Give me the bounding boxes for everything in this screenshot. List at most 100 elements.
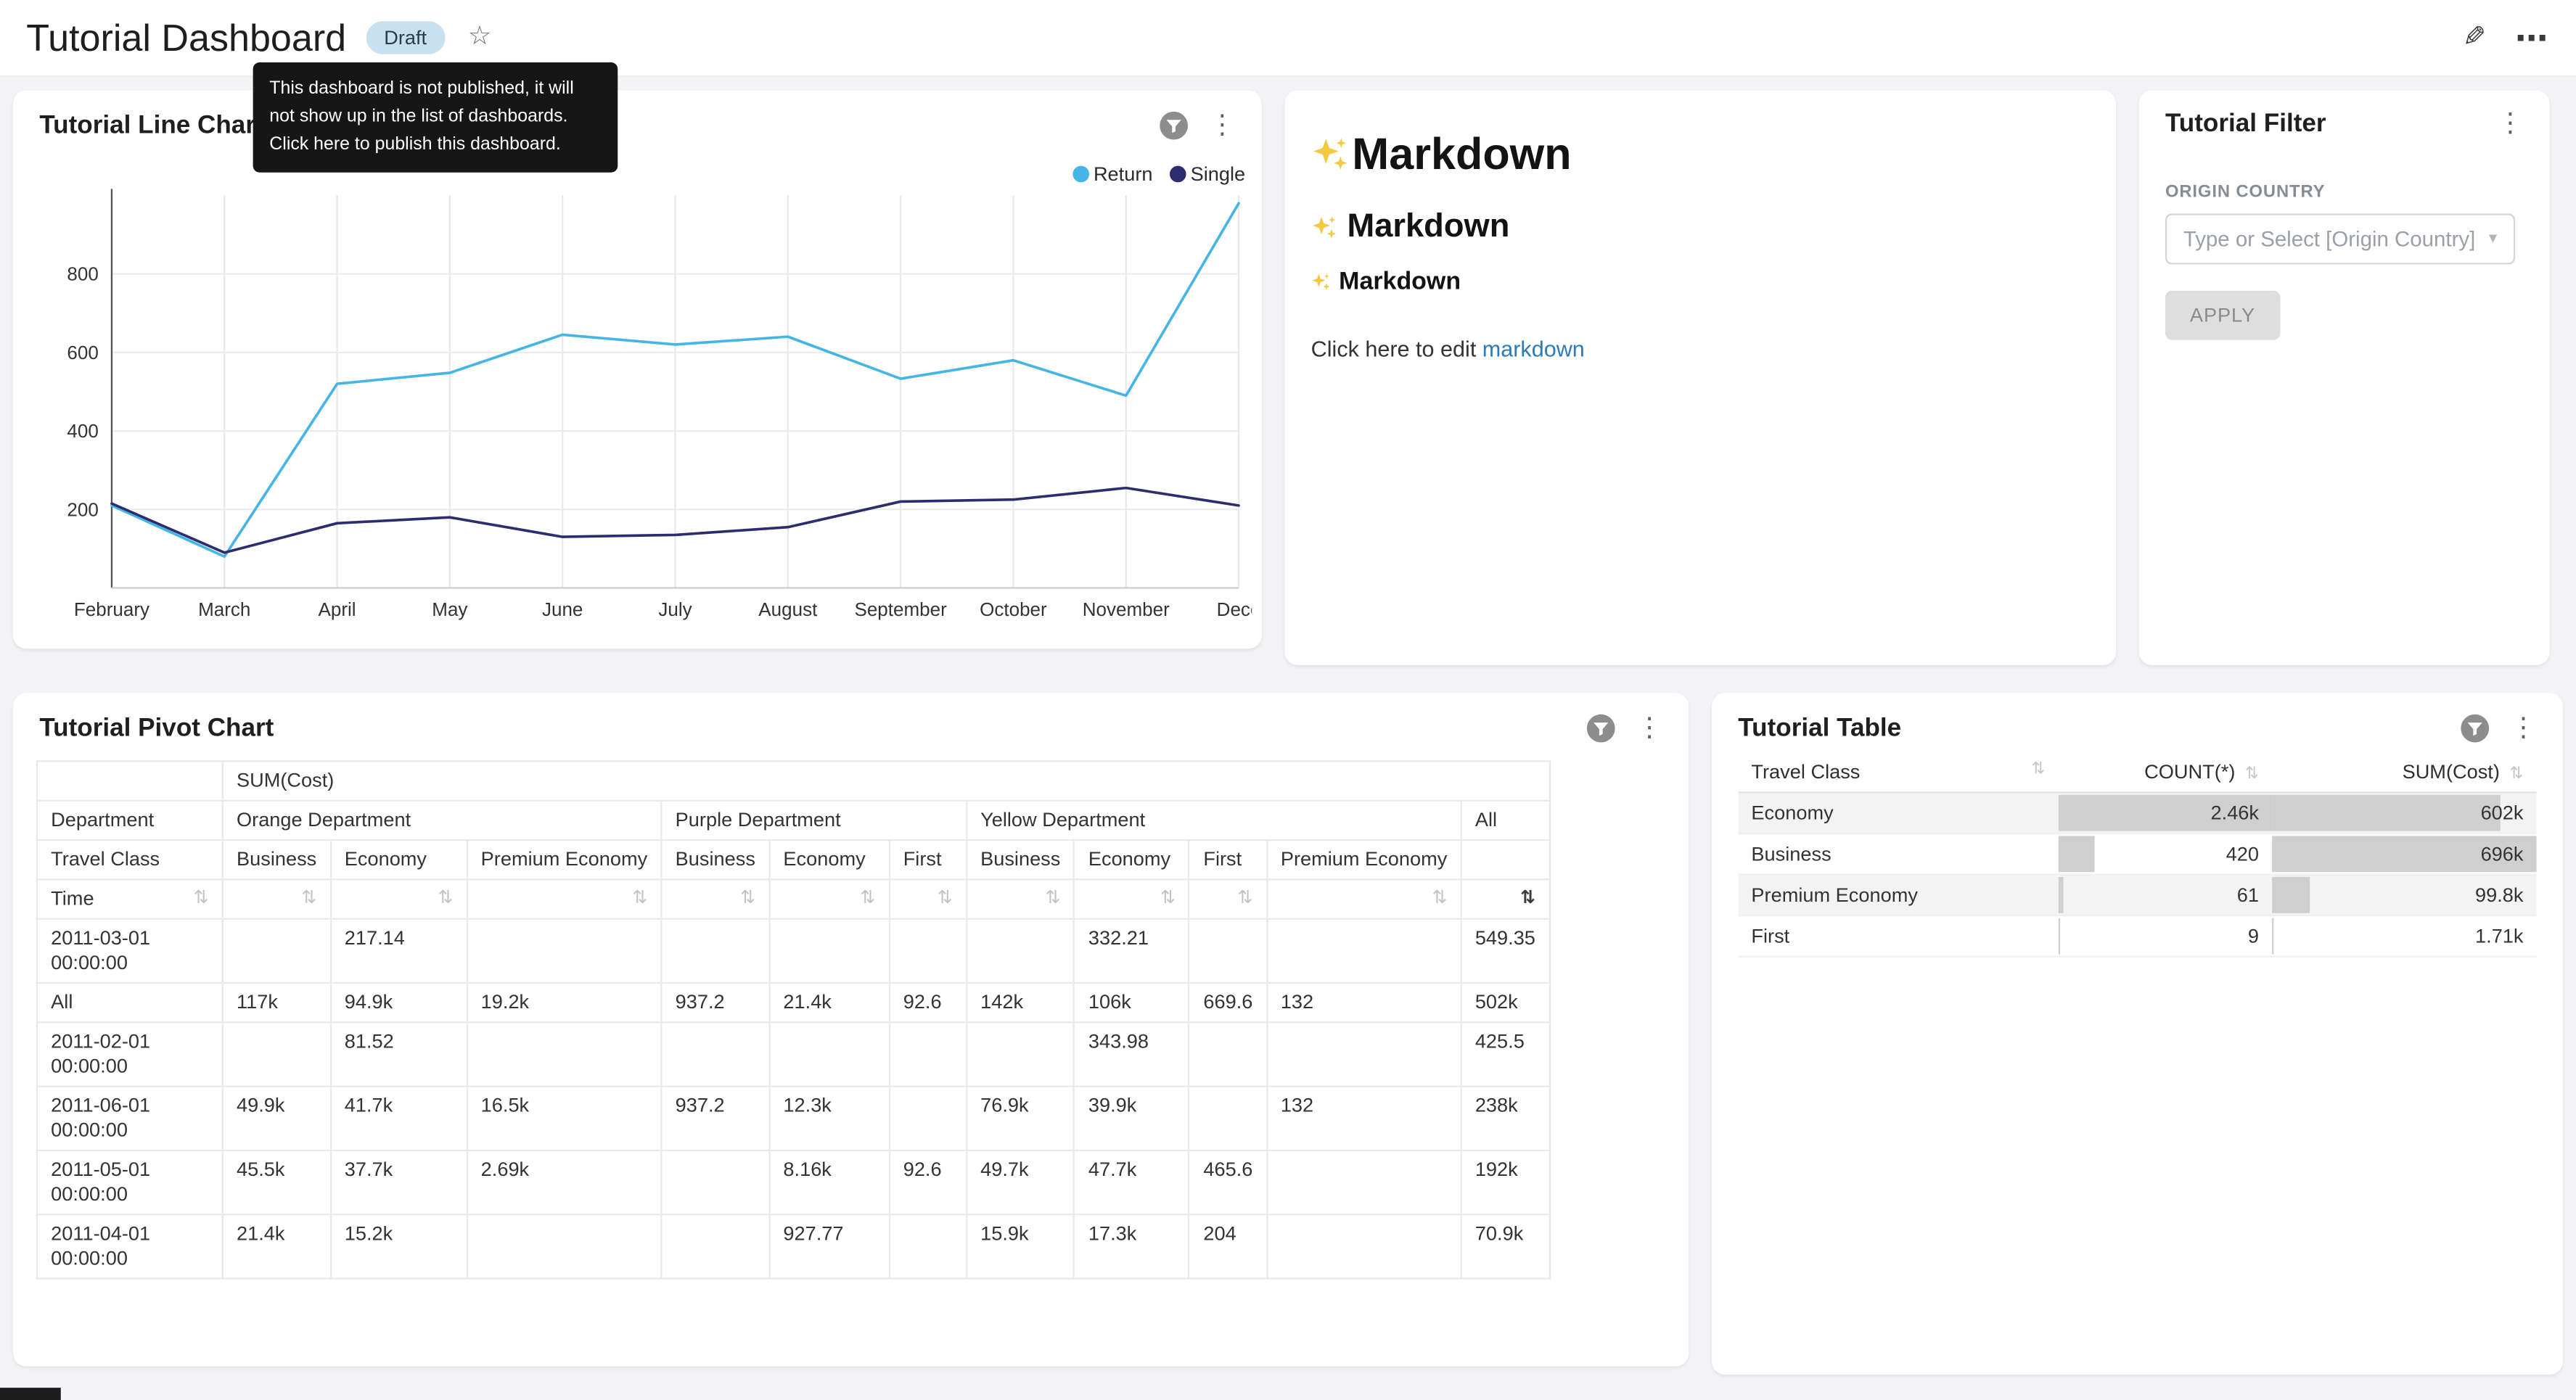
cell-travel-class: Business bbox=[1738, 833, 2058, 875]
pivot-department-label: Department bbox=[37, 801, 223, 840]
line-chart[interactable]: 200400600800FebruaryMarchAprilMayJuneJul… bbox=[23, 182, 1252, 643]
pivot-row-header: 2011-02-0100:00:00 bbox=[37, 1022, 223, 1086]
pivot-cell: 12.3k bbox=[769, 1087, 889, 1150]
pivot-cell: 37.7k bbox=[331, 1150, 467, 1214]
svg-text:May: May bbox=[432, 598, 467, 620]
cell-sum: 1.71k bbox=[2272, 915, 2537, 957]
pivot-class-header: First bbox=[1189, 840, 1266, 879]
pivot-sort-cell: ⇅ bbox=[889, 879, 966, 918]
sort-icon[interactable]: ⇅ bbox=[860, 887, 875, 912]
sort-icon[interactable]: ⇅ bbox=[2032, 760, 2046, 778]
pivot-cell bbox=[661, 919, 769, 983]
kebab-menu-icon[interactable]: ⋮ bbox=[2497, 112, 2523, 138]
sort-active-icon[interactable]: ⇅ bbox=[1520, 887, 1535, 912]
svg-text:June: June bbox=[542, 598, 583, 620]
pivot-cell bbox=[1267, 1150, 1461, 1214]
pivot-cell: 76.9k bbox=[967, 1087, 1075, 1150]
pivot-cell: 132 bbox=[1267, 1087, 1461, 1150]
cell-count: 2.46k bbox=[2059, 792, 2272, 833]
pivot-sort-row: Time⇅⇅⇅⇅⇅⇅⇅⇅⇅⇅⇅⇅ bbox=[37, 879, 1549, 918]
pivot-cell: 16.5k bbox=[467, 1087, 661, 1150]
kebab-menu-icon[interactable]: ⋮ bbox=[2510, 715, 2536, 741]
pivot-class-header: First bbox=[889, 840, 966, 879]
pivot-row-header: 2011-03-0100:00:00 bbox=[37, 919, 223, 983]
sort-icon[interactable]: ⇅ bbox=[1237, 887, 1252, 912]
more-options-icon[interactable]: ⋯ bbox=[2515, 17, 2550, 59]
pivot-sort-cell: ⇅ bbox=[223, 879, 331, 918]
svg-text:February: February bbox=[74, 598, 149, 620]
sort-icon[interactable]: ⇅ bbox=[632, 887, 647, 912]
favorite-star-icon[interactable]: ☆ bbox=[468, 25, 491, 51]
card-actions: ⋮ bbox=[1586, 713, 1662, 744]
publish-tooltip[interactable]: This dashboard is not published, it will… bbox=[253, 62, 618, 173]
pivot-sort-cell: ⇅ bbox=[1461, 879, 1550, 918]
pivot-cell bbox=[769, 1022, 889, 1086]
pivot-cell: 217.14 bbox=[331, 919, 467, 983]
sort-icon[interactable]: ⇅ bbox=[1432, 887, 1447, 912]
pivot-sort-cell: ⇅ bbox=[661, 879, 769, 918]
pivot-chart-card: Tutorial Pivot Chart ⋮ SUM(Cost)Departme… bbox=[13, 693, 1689, 1366]
column-header-count[interactable]: COUNT(*)⇅ bbox=[2059, 752, 2272, 792]
kebab-menu-icon[interactable]: ⋮ bbox=[1636, 715, 1662, 741]
table-row[interactable]: First91.71k bbox=[1738, 915, 2536, 957]
cell-count: 9 bbox=[2059, 915, 2272, 957]
svg-text:October: October bbox=[980, 598, 1047, 620]
markdown-link[interactable]: markdown bbox=[1482, 337, 1585, 361]
table-row[interactable]: Premium Economy6199.8k bbox=[1738, 875, 2536, 916]
pivot-class-label: Travel Class bbox=[37, 840, 223, 879]
pivot-cell bbox=[1189, 919, 1266, 983]
table-card: Tutorial Table ⋮ Travel Class⇅COUNT(*)⇅S… bbox=[1712, 693, 2563, 1375]
pivot-cell bbox=[661, 1022, 769, 1086]
sort-icon[interactable]: ⇅ bbox=[1160, 887, 1176, 912]
markdown-heading-2: Markdown bbox=[1311, 209, 2090, 247]
kebab-menu-icon[interactable]: ⋮ bbox=[1209, 112, 1235, 139]
svg-text:800: 800 bbox=[67, 263, 98, 285]
pivot-table: SUM(Cost)DepartmentOrange DepartmentPurp… bbox=[36, 760, 1550, 1279]
cell-travel-class: First bbox=[1738, 915, 2058, 957]
apply-button[interactable]: APPLY bbox=[2165, 291, 2280, 340]
edit-dashboard-icon[interactable]: ✎ bbox=[2462, 21, 2485, 54]
table-row[interactable]: Business420696k bbox=[1738, 833, 2536, 875]
legend-dot-icon bbox=[1169, 166, 1186, 183]
pivot-row-header: 2011-04-0100:00:00 bbox=[37, 1214, 223, 1278]
svg-text:November: November bbox=[1083, 598, 1170, 620]
pivot-cell: 927.77 bbox=[769, 1214, 889, 1278]
sort-icon[interactable]: ⇅ bbox=[438, 887, 453, 912]
markdown-heading-text: Markdown bbox=[1352, 130, 1571, 181]
pivot-cell bbox=[1267, 1022, 1461, 1086]
filter-indicator-icon[interactable] bbox=[1158, 110, 1189, 141]
card-header: Tutorial Table ⋮ bbox=[1712, 693, 2563, 744]
sort-icon[interactable]: ⇅ bbox=[740, 887, 755, 912]
origin-country-select[interactable]: Type or Select [Origin Country] ▾ bbox=[2165, 213, 2515, 264]
draft-status-badge[interactable]: Draft bbox=[366, 21, 445, 54]
pivot-cell: 2.69k bbox=[467, 1150, 661, 1214]
pivot-cell: 92.6 bbox=[889, 1150, 966, 1214]
pivot-cell: 142k bbox=[967, 983, 1075, 1022]
filter-indicator-icon[interactable] bbox=[2459, 713, 2490, 744]
pivot-cell bbox=[661, 1150, 769, 1214]
sort-icon[interactable]: ⇅ bbox=[194, 887, 209, 912]
column-header-travel-class[interactable]: Travel Class⇅ bbox=[1738, 752, 2058, 792]
table-row[interactable]: Economy2.46k602k bbox=[1738, 792, 2536, 833]
pivot-cell bbox=[467, 1214, 661, 1278]
sort-icon[interactable]: ⇅ bbox=[301, 887, 316, 912]
sort-icon[interactable]: ⇅ bbox=[2510, 765, 2524, 783]
pivot-cell: 15.2k bbox=[331, 1214, 467, 1278]
filter-indicator-icon[interactable] bbox=[1586, 713, 1617, 744]
sort-icon[interactable]: ⇅ bbox=[2245, 765, 2259, 783]
sort-icon[interactable]: ⇅ bbox=[1046, 887, 1061, 912]
pivot-class-header: Economy bbox=[769, 840, 889, 879]
column-header-sum[interactable]: SUM(Cost)⇅ bbox=[2272, 752, 2537, 792]
pivot-sort-cell: ⇅ bbox=[467, 879, 661, 918]
markdown-heading-text: Markdown bbox=[1339, 268, 1461, 295]
pivot-cell: 39.9k bbox=[1075, 1087, 1189, 1150]
value-bar bbox=[2272, 795, 2501, 831]
pivot-department-header: Yellow Department bbox=[967, 801, 1461, 840]
pivot-cell: 49.9k bbox=[223, 1087, 331, 1150]
card-title: Tutorial Line Chart bbox=[39, 111, 263, 141]
pivot-sort-cell: ⇅ bbox=[1267, 879, 1461, 918]
pivot-cell bbox=[467, 919, 661, 983]
cell-sum: 696k bbox=[2272, 833, 2537, 875]
pivot-cell: 45.5k bbox=[223, 1150, 331, 1214]
sort-icon[interactable]: ⇅ bbox=[938, 887, 953, 912]
